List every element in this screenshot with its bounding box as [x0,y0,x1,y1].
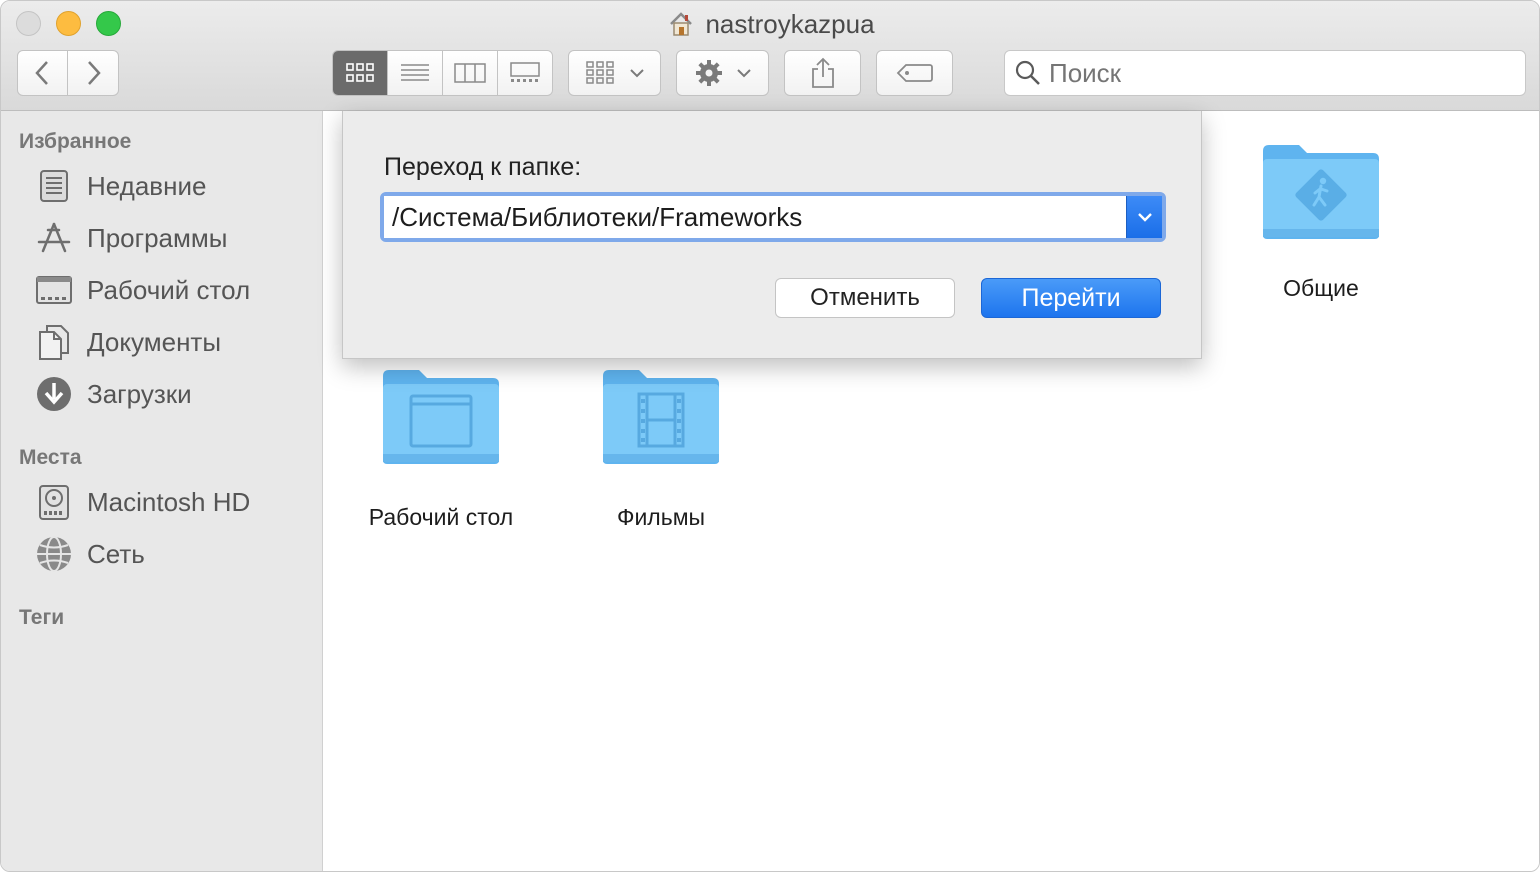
list-view-button[interactable] [387,51,442,95]
gear-icon [695,60,722,86]
window-title: nastroykazpua [705,8,875,39]
documents-icon [39,325,69,360]
desktop-folder-icon [383,370,499,464]
group-grid-icon [585,61,614,84]
folder-path-input[interactable] [384,196,1126,238]
folder-label: Рабочий стол [368,504,514,530]
sidebar: Избранное Недавние Программы Рабочий сто… [1,111,323,871]
action-menu-button[interactable] [676,50,769,96]
chevron-down-icon [629,69,644,78]
path-history-dropdown-button[interactable] [1126,196,1162,238]
sidebar-item-label: Программы [87,222,228,253]
go-button[interactable]: Перейти [981,278,1161,318]
tags-button[interactable] [876,50,953,96]
icon-grid-icon [346,63,374,82]
group-by-button[interactable] [568,50,661,96]
desktop-icon [36,276,72,304]
network-icon [37,536,71,572]
folder-item-desktop[interactable]: Рабочий стол [341,366,541,531]
window-title-bar: nastroykazpua [1,8,1539,40]
columns-icon [454,63,486,83]
chevron-down-icon [736,69,751,78]
folder-label: Общие [1283,275,1359,301]
home-icon [670,12,693,36]
toolbar: nastroykazpua [1,1,1539,111]
finder-window: nastroykazpua Поиск Избранное Недавние П… [0,0,1540,872]
gallery-icon [510,62,540,82]
sidebar-item-label: Рабочий стол [87,274,251,305]
chevron-down-icon [1137,213,1152,222]
sidebar-item-label: Недавние [87,170,207,201]
hard-drive-icon [39,485,69,520]
sidebar-item-downloads[interactable]: Загрузки [35,372,192,416]
folder-label: Фильмы [616,504,706,530]
downloads-icon [37,377,71,411]
sidebar-item-applications[interactable]: Программы [35,216,227,260]
movies-folder-icon [603,370,719,464]
folder-path-combobox[interactable] [380,192,1166,242]
chevron-left-icon [34,61,48,85]
share-icon [811,57,834,88]
sidebar-item-desktop[interactable]: Рабочий стол [35,268,250,312]
sidebar-item-documents[interactable]: Документы [35,320,221,364]
favorites-header: Избранное [19,130,132,153]
folder-item-movies[interactable]: Фильмы [561,366,761,531]
search-icon [1015,60,1040,85]
places-header: Места [19,446,82,469]
sidebar-item-macintosh-hd[interactable]: Macintosh HD [35,480,250,524]
search-field[interactable] [1004,50,1526,96]
gallery-view-button[interactable] [497,51,552,95]
sidebar-item-label: Сеть [87,538,145,569]
icon-view-button[interactable] [333,51,387,95]
sidebar-item-recents[interactable]: Недавние [35,164,206,208]
tag-icon [896,64,933,82]
column-view-button[interactable] [442,51,497,95]
dialog-label: Переход к папке: [384,153,582,181]
forward-button[interactable] [68,50,119,96]
sidebar-item-label: Macintosh HD [87,486,251,517]
search-input[interactable] [1049,57,1509,89]
applications-icon [37,222,71,253]
share-button[interactable] [784,50,861,96]
chevron-right-icon [88,61,101,85]
sidebar-item-label: Документы [87,326,222,357]
list-icon [401,64,429,81]
cancel-button[interactable]: Отменить [775,278,955,318]
tags-header: Теги [19,606,65,629]
public-folder-icon [1263,145,1379,239]
sidebar-item-network[interactable]: Сеть [35,532,145,576]
back-button[interactable] [17,50,68,96]
sidebar-item-label: Загрузки [87,378,192,409]
view-mode-segmented-control [332,50,553,96]
folder-item-public[interactable]: Общие [1221,141,1421,302]
go-to-folder-dialog: Переход к папке: Отменить Перейти [342,111,1202,359]
recents-icon [40,170,68,202]
